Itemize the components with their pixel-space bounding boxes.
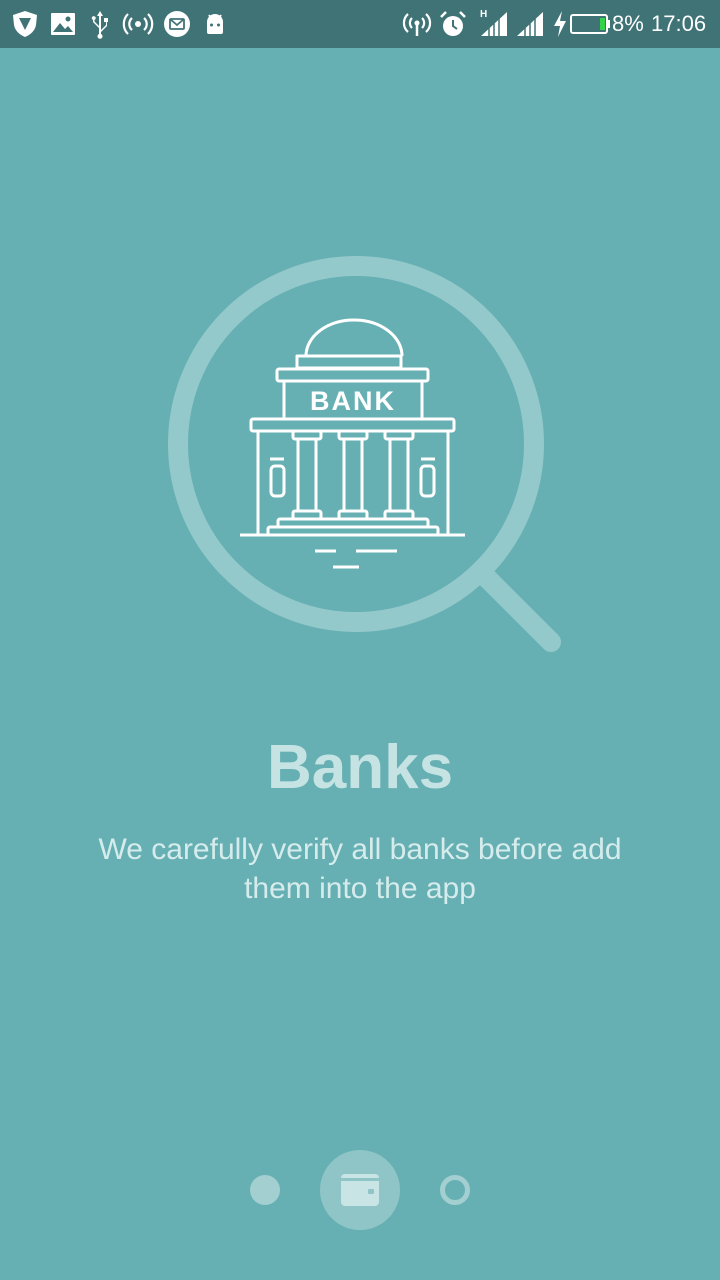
usb-icon bbox=[84, 8, 116, 40]
bank-sign-text: BANK bbox=[310, 386, 396, 416]
battery-icon bbox=[570, 8, 612, 40]
wifi-hotspot-icon bbox=[401, 8, 433, 40]
onboarding-screen: H 8% 17:06 BANK Banks We carefully verif… bbox=[0, 0, 720, 1280]
network-type-label: H bbox=[480, 9, 487, 20]
magnifier-icon bbox=[168, 256, 561, 652]
wallet-icon bbox=[341, 1174, 379, 1206]
charging-icon bbox=[550, 8, 570, 40]
bank-icon bbox=[240, 318, 465, 569]
mail-icon bbox=[161, 8, 193, 40]
alarm-icon bbox=[437, 8, 469, 40]
signal-icon: H bbox=[477, 8, 509, 40]
page-dot-1[interactable] bbox=[250, 1175, 280, 1205]
page-title: Banks bbox=[266, 733, 454, 802]
hotspot-icon bbox=[122, 8, 154, 40]
bank-search-illustration: BANK bbox=[160, 250, 570, 660]
shield-icon bbox=[9, 8, 41, 40]
page-description: We carefully verify all banks before add… bbox=[98, 833, 622, 905]
status-bar: H 8% 17:06 bbox=[0, 0, 720, 48]
battery-percent: 8% bbox=[612, 11, 644, 36]
page-indicator bbox=[0, 1150, 720, 1230]
android-icon bbox=[199, 8, 231, 40]
signal-icon bbox=[513, 8, 545, 40]
page-dot-3[interactable] bbox=[440, 1175, 470, 1205]
clock: 17:06 bbox=[651, 11, 707, 36]
image-icon bbox=[47, 8, 79, 40]
page-dot-2-active[interactable] bbox=[320, 1150, 400, 1230]
